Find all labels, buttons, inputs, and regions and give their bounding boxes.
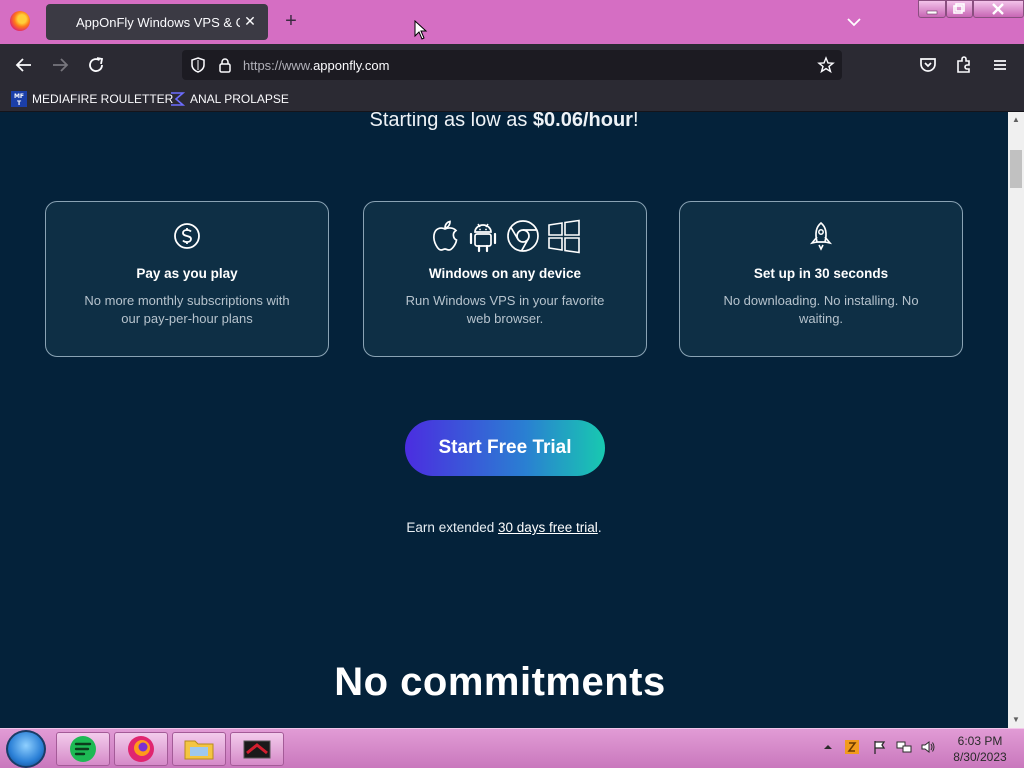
maximize-button[interactable]	[946, 0, 973, 18]
svg-text:MF: MF	[14, 93, 24, 100]
restore-icon	[953, 3, 965, 14]
taskbar-notes-app[interactable]	[56, 732, 110, 766]
notes-app-icon	[70, 736, 96, 762]
new-tab-button[interactable]: +	[280, 10, 302, 32]
shield-icon[interactable]	[189, 56, 207, 74]
free-trial-link[interactable]: 30 days free trial	[498, 520, 598, 535]
feature-card-devices: Windows on any device Run Windows VPS in…	[363, 201, 647, 357]
tagline-suffix: !	[632, 112, 639, 131]
close-window-button[interactable]	[973, 0, 1024, 18]
bookmarks-toolbar: MF T MEDIAFIRE ROULETTER ANAL PROLAPSE	[0, 86, 1024, 112]
start-button[interactable]	[6, 730, 46, 768]
scroll-up-icon[interactable]: ▲	[1010, 115, 1022, 125]
url-text[interactable]: https://www.apponfly.com	[243, 58, 389, 73]
card-description: No more monthly subscriptions with our p…	[84, 293, 290, 326]
firefox-taskbar-icon	[128, 736, 154, 762]
system-clock[interactable]: 6:03 PM 8/30/2023	[944, 733, 1016, 765]
tab-title: AppOnFly Windows VPS & Cloud	[76, 15, 240, 30]
clock-date: 8/30/2023	[953, 750, 1007, 764]
tray-expand-icon[interactable]	[820, 739, 836, 755]
windows-icon	[548, 219, 580, 254]
pricing-tagline: Starting as low as $0.06/hour!	[0, 112, 1008, 132]
card-title: Pay as you play	[136, 266, 238, 281]
url-bar[interactable]: https://www.apponfly.com	[182, 50, 842, 80]
card-icons	[680, 216, 962, 256]
chrome-icon	[507, 220, 539, 252]
card-title: Set up in 30 seconds	[753, 266, 889, 281]
scroll-down-icon[interactable]: ▼	[1010, 715, 1022, 725]
folder-icon	[184, 740, 214, 760]
feature-card-pay: Pay as you play No more monthly subscrip…	[45, 201, 329, 357]
card-title: Windows on any device	[428, 266, 582, 281]
extensions-icon[interactable]	[952, 53, 976, 77]
feature-card-setup: Set up in 30 seconds No downloading. No …	[679, 201, 963, 357]
clock-time: 6:03 PM	[957, 734, 1003, 748]
card-description: Run Windows VPS in your favorite web bro…	[405, 293, 605, 326]
action-center-flag-icon[interactable]	[872, 739, 888, 755]
taskbar-media-app[interactable]	[230, 732, 284, 766]
web-page: Starting as low as $0.06/hour! Pay as yo…	[0, 112, 1008, 728]
bookmark-label: MEDIAFIRE ROULETTER	[32, 92, 174, 106]
card-icons	[46, 216, 328, 256]
card-description: No downloading. No installing. No waitin…	[723, 293, 919, 326]
browser-tab[interactable]: AppOnFly Windows VPS & Cloud ✕	[46, 4, 268, 40]
taskbar-file-explorer[interactable]	[172, 732, 226, 766]
minimize-button[interactable]	[918, 0, 946, 18]
tagline-text: Starting as low as	[369, 112, 533, 131]
bookmark-mediafire[interactable]: MF T MEDIAFIRE ROULETTER	[11, 90, 173, 108]
forward-arrow-icon[interactable]	[48, 53, 72, 77]
android-icon	[469, 223, 497, 253]
tray-app-icon[interactable]	[844, 739, 860, 755]
pocket-icon[interactable]	[916, 53, 940, 77]
apple-icon	[433, 220, 458, 251]
taskbar-firefox[interactable]	[114, 732, 168, 766]
section-heading: No commitments	[334, 660, 666, 704]
volume-icon[interactable]	[920, 739, 936, 755]
scroll-thumb[interactable]	[1010, 150, 1022, 188]
chevron-down-icon[interactable]	[842, 10, 866, 34]
rocket-icon	[809, 221, 833, 251]
earn-text: Earn extended	[406, 520, 498, 535]
media-player-icon	[243, 740, 271, 759]
url-prefix: https://www.	[243, 58, 314, 73]
start-free-trial-button[interactable]: Start Free Trial	[405, 420, 605, 476]
page-scrollbar[interactable]: ▲ ▼	[1008, 112, 1024, 728]
lock-icon[interactable]	[217, 56, 233, 74]
firefox-icon[interactable]	[10, 11, 30, 31]
bookmark-label: ANAL PROLAPSE	[190, 92, 289, 106]
tab-favicon-icon	[54, 14, 70, 30]
minimize-icon	[926, 10, 938, 15]
reload-icon[interactable]	[84, 53, 108, 77]
bookmark-second[interactable]: ANAL PROLAPSE	[169, 90, 289, 108]
tagline-price: $0.06/hour	[532, 112, 633, 131]
mouse-cursor-icon	[414, 20, 428, 40]
card-icons	[364, 216, 646, 256]
browser-title-bar: AppOnFly Windows VPS & Cloud ✕ +	[0, 0, 1024, 44]
mediafire-favicon-icon: MF T	[11, 91, 27, 107]
url-domain: apponfly.com	[313, 58, 390, 73]
extended-trial-note: Earn extended 30 days free trial.	[0, 520, 1008, 535]
bookmark-star-icon[interactable]	[817, 56, 835, 74]
back-arrow-icon[interactable]	[12, 53, 36, 77]
network-icon[interactable]	[896, 739, 912, 755]
window-controls	[918, 0, 1024, 18]
earn-suffix: .	[597, 520, 602, 535]
taskbar: 6:03 PM 8/30/2023	[0, 728, 1024, 768]
menu-hamburger-icon[interactable]	[988, 53, 1012, 77]
navigation-toolbar: https://www.apponfly.com	[0, 44, 1024, 86]
close-icon	[992, 3, 1004, 15]
sigma-favicon-icon	[171, 92, 185, 106]
dollar-circle-icon	[174, 223, 200, 249]
close-tab-icon[interactable]: ✕	[240, 11, 260, 31]
